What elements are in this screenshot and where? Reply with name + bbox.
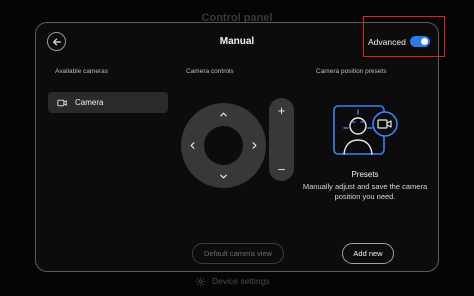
- advanced-toggle[interactable]: [410, 36, 430, 47]
- chevron-right-icon: [252, 141, 256, 149]
- camera-controls-heading: Camera controls: [186, 68, 234, 75]
- person-camera-illustration: [333, 105, 398, 155]
- pan-left-button[interactable]: [185, 138, 199, 152]
- advanced-label: Advanced: [368, 37, 406, 47]
- toggle-knob: [421, 38, 428, 45]
- pad-center: [204, 126, 243, 165]
- available-cameras-heading: Available cameras: [55, 68, 108, 75]
- chevron-left-icon: [190, 141, 194, 149]
- chevron-up-icon: [219, 112, 227, 116]
- device-settings-button[interactable]: Device settings: [195, 272, 285, 290]
- pan-right-button[interactable]: [247, 138, 261, 152]
- zoom-out-button[interactable]: −: [269, 159, 294, 179]
- device-settings-label: Device settings: [212, 276, 270, 286]
- add-new-preset-button[interactable]: Add new: [342, 243, 394, 264]
- camera-label: Camera: [75, 98, 104, 107]
- gear-icon: [195, 276, 206, 286]
- presets-description: Manually adjust and save the camera posi…: [302, 182, 428, 201]
- zoom-control: + −: [269, 98, 294, 181]
- pan-tilt-pad[interactable]: [181, 103, 266, 188]
- chevron-down-icon: [219, 174, 227, 178]
- presets-title: Presets: [351, 170, 379, 179]
- zoom-in-button[interactable]: +: [269, 100, 294, 120]
- default-camera-view-button[interactable]: Default camera view: [192, 243, 284, 264]
- camera-presets-heading: Camera position presets: [316, 68, 387, 75]
- camera-list-item[interactable]: Camera: [48, 92, 168, 113]
- tilt-down-button[interactable]: [216, 169, 230, 183]
- manual-camera-panel: Manual Advanced Available cameras Camera…: [35, 16, 445, 272]
- camera-icon: [57, 99, 67, 106]
- tilt-up-button[interactable]: [216, 107, 230, 121]
